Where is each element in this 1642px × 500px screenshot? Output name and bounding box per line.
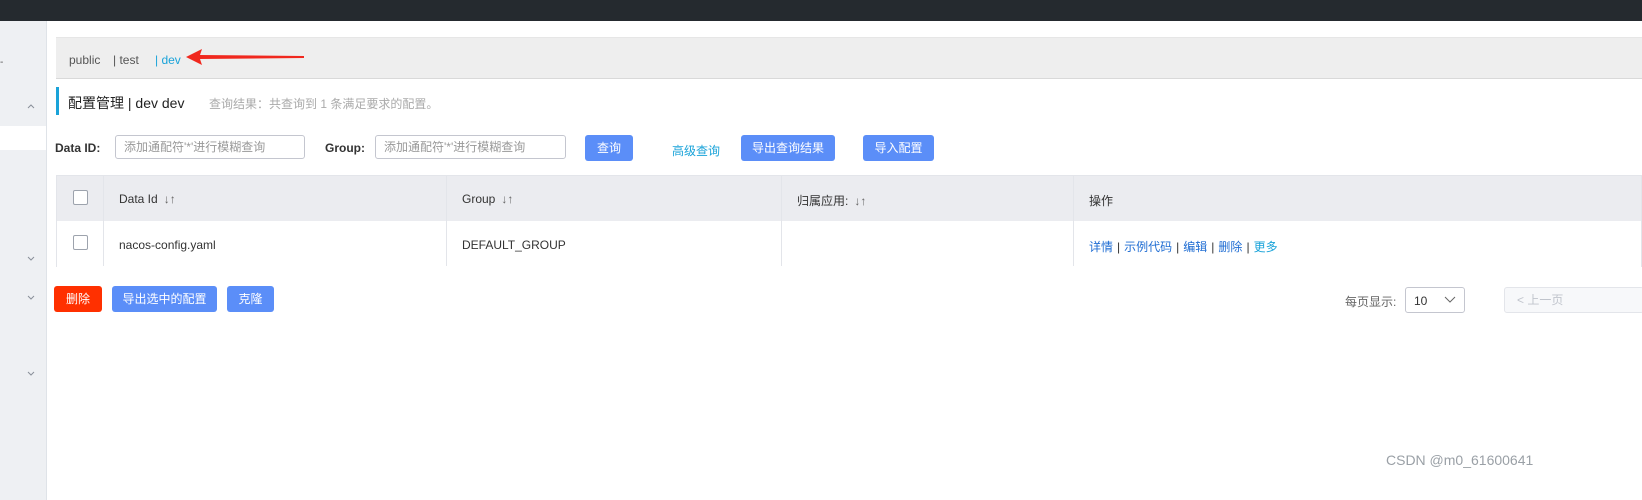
previous-page-label: 上一页 bbox=[1527, 293, 1564, 307]
separator: | bbox=[1176, 240, 1180, 254]
column-header-app[interactable]: 归属应用: ↓↑ bbox=[797, 192, 866, 209]
sidebar-edge-mark: - bbox=[0, 57, 4, 68]
sidebar: - bbox=[0, 21, 47, 500]
group-input[interactable] bbox=[375, 135, 566, 159]
column-divider bbox=[781, 176, 782, 266]
row-checkbox[interactable] bbox=[73, 235, 88, 250]
column-divider bbox=[446, 176, 447, 266]
sort-icon[interactable]: ↓↑ bbox=[854, 194, 866, 208]
page-size-select[interactable]: 10 bbox=[1405, 287, 1465, 313]
sort-icon[interactable]: ↓↑ bbox=[501, 192, 513, 206]
import-config-button[interactable]: 导入配置 bbox=[863, 135, 934, 161]
separator: | bbox=[1211, 240, 1215, 254]
clone-button[interactable]: 克隆 bbox=[227, 286, 274, 312]
red-arrow-annotation bbox=[186, 49, 304, 65]
row-actions: 详情 | 示例代码 | 编辑 | 删除 | 更多 bbox=[1089, 238, 1278, 255]
chevron-down-icon[interactable] bbox=[26, 253, 36, 263]
separator: | bbox=[1117, 240, 1121, 254]
chevron-up-icon[interactable] bbox=[26, 101, 36, 111]
row-group: DEFAULT_GROUP bbox=[462, 238, 566, 252]
column-header-group-label: Group bbox=[462, 192, 496, 206]
search-button[interactable]: 查询 bbox=[585, 135, 633, 161]
namespace-test[interactable]: | test bbox=[113, 53, 139, 67]
column-divider bbox=[1073, 176, 1074, 266]
table-header: Data Id ↓↑ Group ↓↑ 归属应用: ↓↑ 操作 bbox=[57, 176, 1641, 222]
export-selected-button[interactable]: 导出选中的配置 bbox=[112, 286, 217, 312]
chevron-down-icon bbox=[1444, 296, 1456, 303]
column-divider bbox=[103, 176, 104, 266]
delete-button[interactable]: 删除 bbox=[54, 286, 102, 312]
row-data-id: nacos-config.yaml bbox=[119, 238, 216, 252]
chevron-down-icon[interactable] bbox=[26, 368, 36, 378]
sidebar-active-item[interactable] bbox=[0, 126, 46, 150]
data-id-input[interactable] bbox=[115, 135, 305, 159]
group-label: Group: bbox=[325, 141, 365, 155]
details-link[interactable]: 详情 bbox=[1089, 240, 1113, 254]
page-size-value: 10 bbox=[1414, 294, 1428, 308]
data-id-label: Data ID: bbox=[55, 141, 101, 155]
namespace-dev[interactable]: | dev bbox=[155, 53, 181, 67]
watermark: CSDN @m0_61600641 bbox=[1386, 452, 1534, 468]
column-header-data-id-label: Data Id bbox=[119, 192, 158, 206]
delete-link[interactable]: 删除 bbox=[1218, 240, 1242, 254]
namespace-public[interactable]: public bbox=[69, 53, 100, 67]
chevron-down-icon[interactable] bbox=[26, 292, 36, 302]
edit-link[interactable]: 编辑 bbox=[1183, 240, 1207, 254]
more-link[interactable]: 更多 bbox=[1254, 240, 1278, 254]
table-row: nacos-config.yaml DEFAULT_GROUP 详情 | 示例代码 |… bbox=[57, 221, 1641, 267]
column-header-actions: 操作 bbox=[1089, 194, 1114, 208]
column-header-app-label: 归属应用: bbox=[797, 194, 849, 208]
previous-page-button[interactable]: < 上一页 bbox=[1504, 287, 1642, 313]
page-size-label: 每页显示: bbox=[1345, 295, 1397, 309]
advanced-query-link[interactable]: 高级查询 bbox=[672, 142, 720, 159]
query-result-text: 查询结果：共查询到 1 条满足要求的配置。 bbox=[209, 97, 439, 111]
sample-code-link[interactable]: 示例代码 bbox=[1124, 240, 1172, 254]
config-table: Data Id ↓↑ Group ↓↑ 归属应用: ↓↑ 操作 nacos-confi… bbox=[56, 175, 1642, 267]
sort-icon[interactable]: ↓↑ bbox=[164, 192, 176, 206]
select-all-checkbox[interactable] bbox=[73, 190, 88, 205]
top-navigation-bar bbox=[0, 0, 1642, 21]
column-header-group[interactable]: Group ↓↑ bbox=[462, 192, 513, 206]
chevron-left-icon: < bbox=[1517, 293, 1525, 307]
export-results-button[interactable]: 导出查询结果 bbox=[741, 135, 835, 161]
column-header-data-id[interactable]: Data Id ↓↑ bbox=[119, 192, 176, 206]
separator: | bbox=[1246, 240, 1250, 254]
page-title: 配置管理 | dev dev bbox=[68, 95, 185, 111]
page-header: 配置管理 | dev dev 查询结果：共查询到 1 条满足要求的配置。 bbox=[56, 87, 659, 115]
